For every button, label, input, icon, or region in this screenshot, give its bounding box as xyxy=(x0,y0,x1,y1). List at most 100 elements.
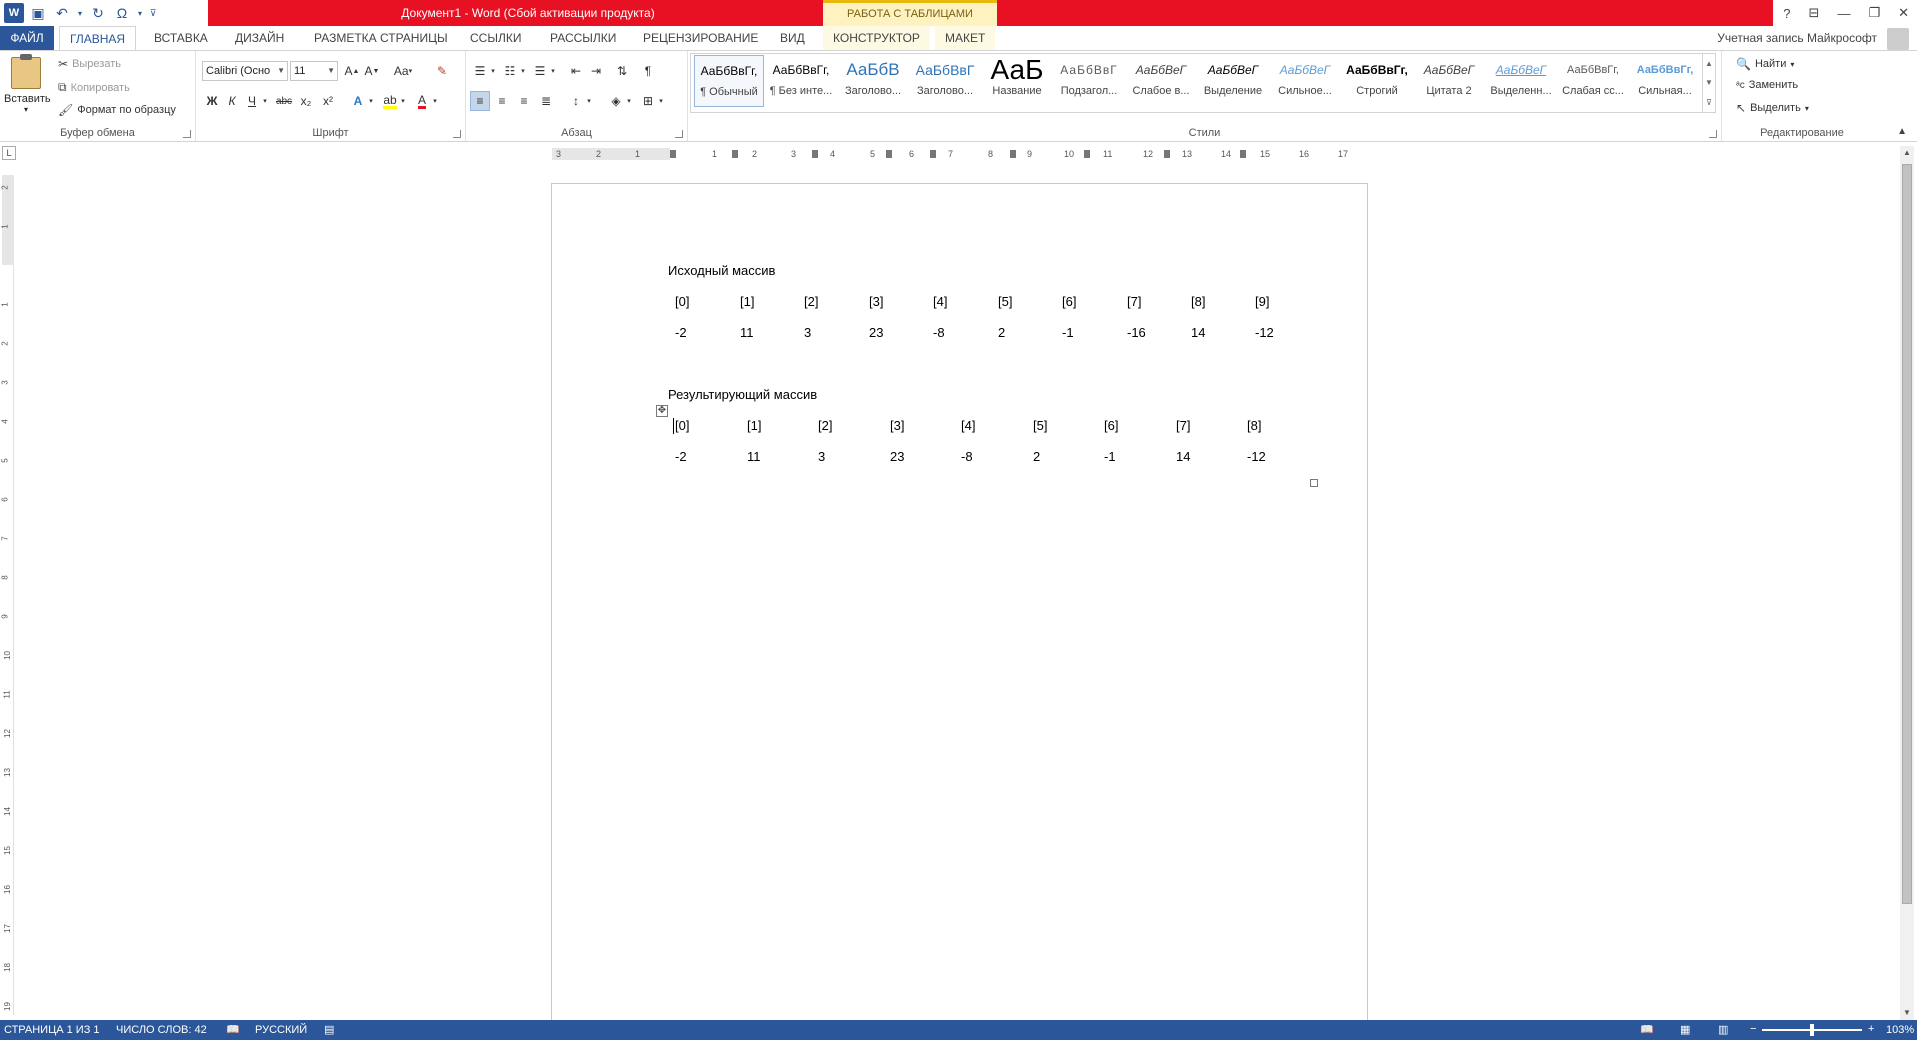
bullets-dropdown-icon[interactable]: ▾ xyxy=(488,61,498,81)
line-spacing-icon[interactable]: ↕ xyxy=(566,91,586,111)
source-value-cell[interactable]: 2 xyxy=(998,325,1005,340)
font-launcher-icon[interactable] xyxy=(453,130,461,138)
source-value-cell[interactable]: 23 xyxy=(869,325,883,340)
bullets-icon[interactable]: ☰ xyxy=(470,61,490,81)
styles-more-icon[interactable]: ⊽ xyxy=(1706,98,1712,107)
tab-file[interactable]: ФАЙЛ xyxy=(0,26,54,50)
cut-button[interactable]: ✂ Вырезать xyxy=(58,57,121,71)
customize-qat-icon[interactable]: ⊽ xyxy=(148,3,158,23)
highlight-icon[interactable]: ab xyxy=(380,91,400,111)
line-spacing-dropdown-icon[interactable]: ▾ xyxy=(584,91,594,111)
find-button[interactable]: 🔍 Найти ▾ xyxy=(1736,57,1794,71)
zoom-in-icon[interactable]: + xyxy=(1868,1019,1874,1039)
style-intense-emphasis[interactable]: АаБбВеГ Сильное... xyxy=(1270,55,1340,107)
ribbon-display-icon[interactable]: ⊟ xyxy=(1809,5,1820,21)
source-array-caption[interactable]: Исходный массив xyxy=(668,263,775,278)
tab-table-layout[interactable]: МАКЕТ xyxy=(935,26,996,50)
italic-button[interactable]: К xyxy=(222,91,242,111)
zoom-out-icon[interactable]: − xyxy=(1750,1019,1756,1039)
align-right-icon[interactable]: ≡ xyxy=(514,91,534,111)
source-index-cell[interactable]: [3] xyxy=(869,294,883,309)
source-index-cell[interactable]: [9] xyxy=(1255,294,1269,309)
tab-review[interactable]: РЕЦЕНЗИРОВАНИЕ xyxy=(633,26,768,50)
document-page[interactable] xyxy=(551,183,1368,1023)
style-subtle-emphasis[interactable]: АаБбВеГ Слабое в... xyxy=(1126,55,1196,107)
column-marker[interactable] xyxy=(1010,150,1016,158)
result-index-cell[interactable]: [2] xyxy=(818,418,832,433)
style-normal[interactable]: АаБбВвГг, ¶ Обычный xyxy=(694,55,764,107)
source-index-cell[interactable]: [7] xyxy=(1127,294,1141,309)
borders-icon[interactable]: ⊞ xyxy=(638,91,658,111)
save-icon[interactable]: ▣ xyxy=(28,3,48,23)
style-subtle-reference[interactable]: АаБбВвГг, Слабая сс... xyxy=(1558,55,1628,107)
source-index-cell[interactable]: [5] xyxy=(998,294,1012,309)
avatar[interactable] xyxy=(1887,28,1909,50)
source-index-cell[interactable]: [0] xyxy=(675,294,689,309)
justify-icon[interactable]: ≣ xyxy=(536,91,556,111)
style-strong[interactable]: АаБбВвГг, Строгий xyxy=(1342,55,1412,107)
align-center-icon[interactable]: ≡ xyxy=(492,91,512,111)
style-subtitle[interactable]: АаБбВвГ Подзагол... xyxy=(1054,55,1124,107)
show-marks-button[interactable]: ¶ xyxy=(638,61,658,81)
source-index-cell[interactable]: [4] xyxy=(933,294,947,309)
result-value-cell[interactable]: -12 xyxy=(1247,449,1266,464)
scroll-thumb[interactable] xyxy=(1902,164,1912,904)
multilevel-dropdown-icon[interactable]: ▾ xyxy=(548,61,558,81)
select-button[interactable]: ↖ Выделить ▾ xyxy=(1736,101,1809,115)
source-value-cell[interactable]: 11 xyxy=(740,325,754,340)
borders-dropdown-icon[interactable]: ▾ xyxy=(656,91,666,111)
tab-selector-icon[interactable]: L xyxy=(2,146,16,160)
style-quote[interactable]: АаБбВеГ Цитата 2 xyxy=(1414,55,1484,107)
style-intense-reference[interactable]: АаБбВвГг, Сильная... xyxy=(1630,55,1700,107)
strikethrough-button[interactable]: abc xyxy=(274,91,294,111)
tab-insert[interactable]: ВСТАВКА xyxy=(144,26,218,50)
column-marker[interactable] xyxy=(886,150,892,158)
table-move-handle-icon[interactable]: ✥ xyxy=(656,405,668,417)
font-size-combo[interactable]: 11 ▼ xyxy=(290,61,338,81)
align-left-icon[interactable]: ≡ xyxy=(470,91,490,111)
clear-formatting-icon[interactable]: ✎ xyxy=(432,61,452,81)
result-value-cell[interactable]: 23 xyxy=(890,449,904,464)
source-index-cell[interactable]: [2] xyxy=(804,294,818,309)
highlight-dropdown-icon[interactable]: ▾ xyxy=(398,91,408,111)
source-index-cell[interactable]: [6] xyxy=(1062,294,1076,309)
zoom-level[interactable]: 103% xyxy=(1886,1020,1914,1040)
decrease-indent-icon[interactable]: ⇤ xyxy=(566,61,586,81)
source-value-cell[interactable]: 3 xyxy=(804,325,811,340)
style-heading-1[interactable]: АаБбВ Заголово... xyxy=(838,55,908,107)
source-value-cell[interactable]: -12 xyxy=(1255,325,1274,340)
source-value-cell[interactable]: -2 xyxy=(675,325,687,340)
paste-button[interactable]: Вставить ▾ xyxy=(4,54,51,125)
tab-home[interactable]: ГЛАВНАЯ xyxy=(59,26,137,51)
result-index-cell[interactable]: [3] xyxy=(890,418,904,433)
collapse-ribbon-icon[interactable]: ▲ xyxy=(1897,126,1907,137)
result-value-cell[interactable]: -8 xyxy=(961,449,973,464)
style-heading-2[interactable]: АаБбВвГ Заголово... xyxy=(910,55,980,107)
underline-dropdown-icon[interactable]: ▾ xyxy=(260,91,270,111)
source-index-cell[interactable]: [1] xyxy=(740,294,754,309)
result-index-cell[interactable]: [7] xyxy=(1176,418,1190,433)
font-family-combo[interactable]: Calibri (Осно ▼ xyxy=(202,61,288,81)
print-layout-icon[interactable]: ▦ xyxy=(1680,1020,1690,1040)
source-value-cell[interactable]: -8 xyxy=(933,325,945,340)
style-no-spacing[interactable]: АаБбВвГг, ¶ Без инте... xyxy=(766,55,836,107)
first-line-indent-marker[interactable] xyxy=(670,150,676,158)
symbol-dropdown-icon[interactable]: ▾ xyxy=(136,3,144,23)
restore-icon[interactable]: ❐ xyxy=(1868,5,1880,21)
grow-font-icon[interactable]: A ▲ xyxy=(342,61,362,81)
result-index-cell[interactable]: [4] xyxy=(961,418,975,433)
font-color-dropdown-icon[interactable]: ▾ xyxy=(430,91,440,111)
help-icon[interactable]: ? xyxy=(1783,6,1790,21)
scroll-up-icon[interactable]: ▲ xyxy=(1900,146,1914,160)
web-layout-icon[interactable]: ▥ xyxy=(1718,1020,1728,1040)
minimize-icon[interactable]: — xyxy=(1837,6,1850,21)
language[interactable]: РУССКИЙ xyxy=(255,1020,307,1040)
proofing-icon[interactable]: 📖 xyxy=(226,1020,240,1040)
result-index-cell[interactable]: [1] xyxy=(747,418,761,433)
close-icon[interactable]: ✕ xyxy=(1898,5,1909,21)
style-title[interactable]: АаБ Название xyxy=(982,55,1052,107)
style-emphasis[interactable]: АаБбВеГ Выделение xyxy=(1198,55,1268,107)
format-painter-button[interactable]: 🖌 Формат по образцу xyxy=(58,103,176,117)
result-value-cell[interactable]: 14 xyxy=(1176,449,1190,464)
result-value-cell[interactable]: 2 xyxy=(1033,449,1040,464)
